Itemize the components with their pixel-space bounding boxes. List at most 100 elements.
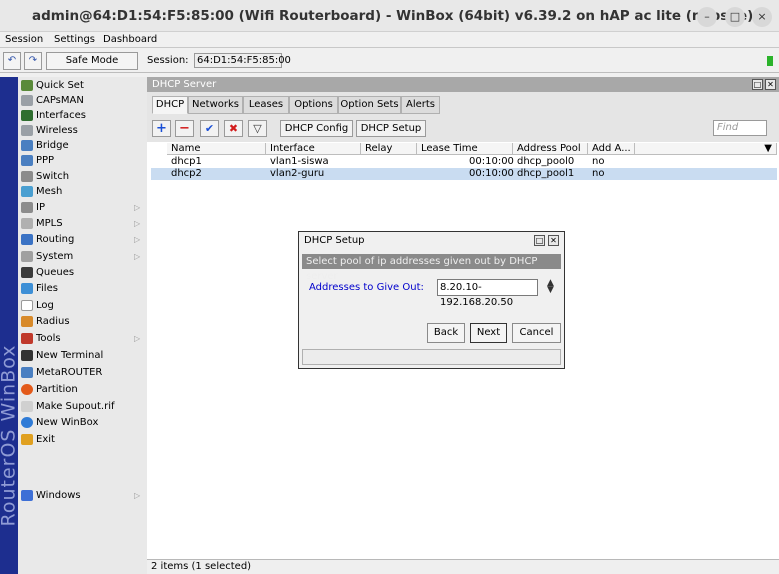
sidebar-item-mesh[interactable]: Mesh: [18, 184, 147, 199]
files-icon: [21, 283, 33, 294]
dhcp-setup-button[interactable]: DHCP Setup: [356, 120, 426, 137]
redo-icon[interactable]: ↷: [24, 52, 42, 70]
back-button[interactable]: Back: [427, 323, 465, 343]
sidebar-item-capsman[interactable]: CAPsMAN: [18, 93, 147, 108]
dialog-instruction: Select pool of ip addresses given out by…: [302, 254, 561, 282]
submenu-arrow-icon: ▷: [134, 252, 141, 261]
submenu-arrow-icon: ▷: [134, 491, 141, 500]
menu-session[interactable]: Session: [5, 34, 43, 45]
routing-icon: [21, 234, 33, 245]
column-header-address-pool[interactable]: Address Pool: [513, 143, 588, 155]
addresses-input[interactable]: 8.20.10-192.168.20.50: [437, 279, 538, 308]
sidebar-item-system[interactable]: System ▷: [18, 249, 147, 264]
submenu-arrow-icon: ▷: [134, 219, 141, 228]
sidebar-item-wireless[interactable]: Wireless: [18, 123, 147, 138]
cancel-button[interactable]: Cancel: [512, 323, 561, 343]
sidebar-item-metarouter[interactable]: MetaROUTER: [18, 365, 147, 380]
maximize-icon[interactable]: □: [752, 79, 763, 90]
find-input[interactable]: Find: [713, 120, 767, 136]
remove-button[interactable]: −: [175, 120, 194, 137]
sidebar-item-label: MetaROUTER: [36, 367, 103, 378]
menu-dashboard[interactable]: Dashboard: [103, 34, 157, 45]
sidebar-item-windows[interactable]: Windows ▷: [18, 488, 147, 503]
sidebar-item-label: Windows: [36, 490, 81, 501]
cell-lease-time: 00:10:00: [469, 156, 514, 167]
terminal-icon: [21, 350, 33, 361]
maximize-button[interactable]: □: [725, 7, 745, 27]
table-row[interactable]: dhcp1 vlan1-siswa 00:10:00 dhcp_pool0 no: [151, 156, 777, 168]
close-button[interactable]: ×: [752, 7, 772, 27]
sidebar-item-interfaces[interactable]: Interfaces: [18, 108, 147, 123]
sidebar-item-label: Routing: [36, 234, 75, 245]
dialog-maximize-icon[interactable]: □: [534, 235, 545, 246]
sidebar-item-label: Queues: [36, 267, 75, 278]
cell-lease-time: 00:10:00: [469, 168, 514, 179]
sidebar-item-bridge[interactable]: Bridge: [18, 138, 147, 153]
cell-name: dhcp2: [171, 168, 202, 179]
dhcp-setup-dialog: DHCP Setup □ ✕ Select pool of ip address…: [298, 231, 565, 369]
sidebar-item-label: New Terminal: [36, 350, 104, 361]
safe-mode-button[interactable]: Safe Mode: [46, 52, 138, 70]
connection-status-icon: [767, 56, 773, 66]
title-bar: admin@64:D1:54:F5:85:00 (Wifi Routerboar…: [0, 0, 779, 32]
enable-button[interactable]: ✔: [200, 120, 219, 137]
sidebar-item-tools[interactable]: Tools ▷: [18, 331, 147, 346]
minimize-button[interactable]: –: [697, 7, 717, 27]
sidebar-item-new-winbox[interactable]: New WinBox: [18, 415, 147, 430]
sidebar-item-label: Exit: [36, 434, 55, 445]
cell-interface: vlan1-siswa: [270, 156, 329, 167]
cell-address-pool: dhcp_pool1: [517, 168, 575, 179]
interfaces-icon: [21, 110, 33, 121]
table-row-selected[interactable]: dhcp2 vlan2-guru 00:10:00 dhcp_pool1 no: [151, 168, 777, 180]
column-header-interface[interactable]: Interface: [266, 143, 361, 155]
sidebar-item-label: Make Supout.rif: [36, 401, 115, 412]
winbox-icon: [21, 417, 33, 428]
tab-options[interactable]: Options: [289, 96, 338, 114]
close-icon[interactable]: ✕: [765, 79, 776, 90]
sidebar-item-routing[interactable]: Routing ▷: [18, 232, 147, 247]
sidebar-item-ip[interactable]: IP ▷: [18, 200, 147, 215]
sidebar-item-label: Files: [36, 283, 58, 294]
sidebar-item-ppp[interactable]: PPP: [18, 153, 147, 168]
sidebar-item-partition[interactable]: Partition: [18, 382, 147, 397]
tab-dhcp[interactable]: DHCP: [152, 96, 188, 114]
sidebar-item-new-terminal[interactable]: New Terminal: [18, 348, 147, 363]
system-icon: [21, 251, 33, 262]
toolbar: ↶ ↷ Safe Mode Session: 64:D1:54:F5:85:00: [0, 49, 779, 73]
sidebar-item-queues[interactable]: Queues: [18, 265, 147, 280]
log-icon: [21, 300, 33, 311]
sidebar-item-mpls[interactable]: MPLS ▷: [18, 216, 147, 231]
tab-networks[interactable]: Networks: [188, 96, 243, 114]
sidebar-item-files[interactable]: Files: [18, 281, 147, 296]
sidebar-item-radius[interactable]: Radius: [18, 314, 147, 329]
dhcp-config-button[interactable]: DHCP Config: [280, 120, 353, 137]
column-header-name[interactable]: Name: [167, 143, 266, 155]
switch-icon: [21, 171, 33, 182]
sidebar-item-switch[interactable]: Switch: [18, 169, 147, 184]
cell-name: dhcp1: [171, 156, 202, 167]
disable-button[interactable]: ✖: [224, 120, 243, 137]
dialog-close-icon[interactable]: ✕: [548, 235, 559, 246]
cell-interface: vlan2-guru: [270, 168, 325, 179]
sidebar-item-quick-set[interactable]: Quick Set: [18, 78, 147, 93]
undo-icon[interactable]: ↶: [3, 52, 21, 70]
action-toolbar: + − ✔ ✖ ▽ DHCP Config DHCP Setup Find: [147, 114, 779, 142]
add-button[interactable]: +: [152, 120, 171, 137]
sidebar-item-log[interactable]: Log: [18, 298, 147, 313]
column-header-lease-time[interactable]: Lease Time: [417, 143, 513, 155]
sidebar-item-make-supout[interactable]: Make Supout.rif: [18, 399, 147, 414]
tab-alerts[interactable]: Alerts: [401, 96, 440, 114]
spinner-icon[interactable]: ▲ ▼: [547, 279, 554, 295]
menu-settings[interactable]: Settings: [54, 34, 95, 45]
column-header-relay[interactable]: Relay: [361, 143, 417, 155]
next-button[interactable]: Next: [470, 323, 507, 343]
sidebar-item-exit[interactable]: Exit: [18, 432, 147, 447]
tab-option-sets[interactable]: Option Sets: [338, 96, 401, 114]
column-menu-icon[interactable]: ▼: [635, 143, 777, 155]
tab-leases[interactable]: Leases: [243, 96, 289, 114]
cell-address-pool: dhcp_pool0: [517, 156, 575, 167]
session-value: 64:D1:54:F5:85:00: [194, 53, 291, 68]
filter-button[interactable]: ▽: [248, 120, 267, 137]
wireless-icon: [21, 125, 33, 136]
column-header-add-arp[interactable]: Add A...: [588, 143, 635, 155]
